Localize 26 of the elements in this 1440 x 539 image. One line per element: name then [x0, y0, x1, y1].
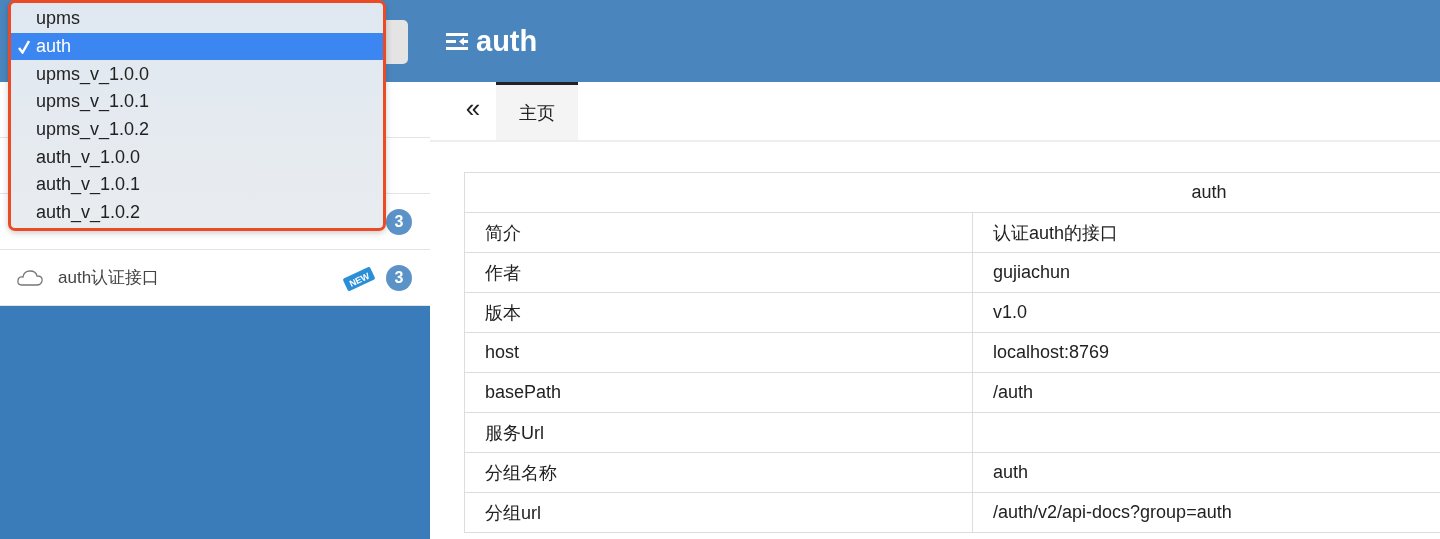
table-cell: 作者: [464, 252, 973, 293]
table-cell: 简介: [464, 212, 973, 253]
table-cell: host: [464, 332, 973, 373]
dropdown-option[interactable]: upms: [11, 5, 383, 33]
dropdown-option[interactable]: upms_v_1.0.1: [11, 88, 383, 116]
menu-fold-icon[interactable]: [446, 32, 468, 50]
tab[interactable]: 主页: [496, 82, 578, 140]
dropdown-option[interactable]: auth_v_1.0.2: [11, 198, 383, 227]
dropdown-option[interactable]: auth: [11, 32, 383, 61]
table-cell: 服务Url: [464, 412, 973, 453]
page-title: auth: [476, 24, 538, 58]
table-cell: 版本: [464, 292, 973, 333]
dropdown-option[interactable]: upms_v_1.0.0: [11, 60, 383, 89]
dropdown-option[interactable]: auth_v_1.0.1: [11, 171, 383, 199]
cloud-icon: [16, 268, 44, 287]
dropdown-option[interactable]: upms_v_1.0.2: [11, 115, 383, 144]
dropdown-option[interactable]: auth_v_1.0.0: [11, 143, 383, 172]
table-title: auth: [464, 172, 1440, 213]
count-badge: 3: [386, 264, 412, 291]
count-badge: 3: [386, 208, 412, 235]
table-cell: basePath: [464, 372, 973, 413]
table-cell: 分组名称: [464, 452, 973, 493]
collapse-button[interactable]: «: [450, 82, 496, 140]
table-cell: 分组url: [464, 492, 973, 533]
menu-item-label[interactable]: auth认证接口: [58, 266, 160, 289]
check-icon: [17, 39, 30, 54]
